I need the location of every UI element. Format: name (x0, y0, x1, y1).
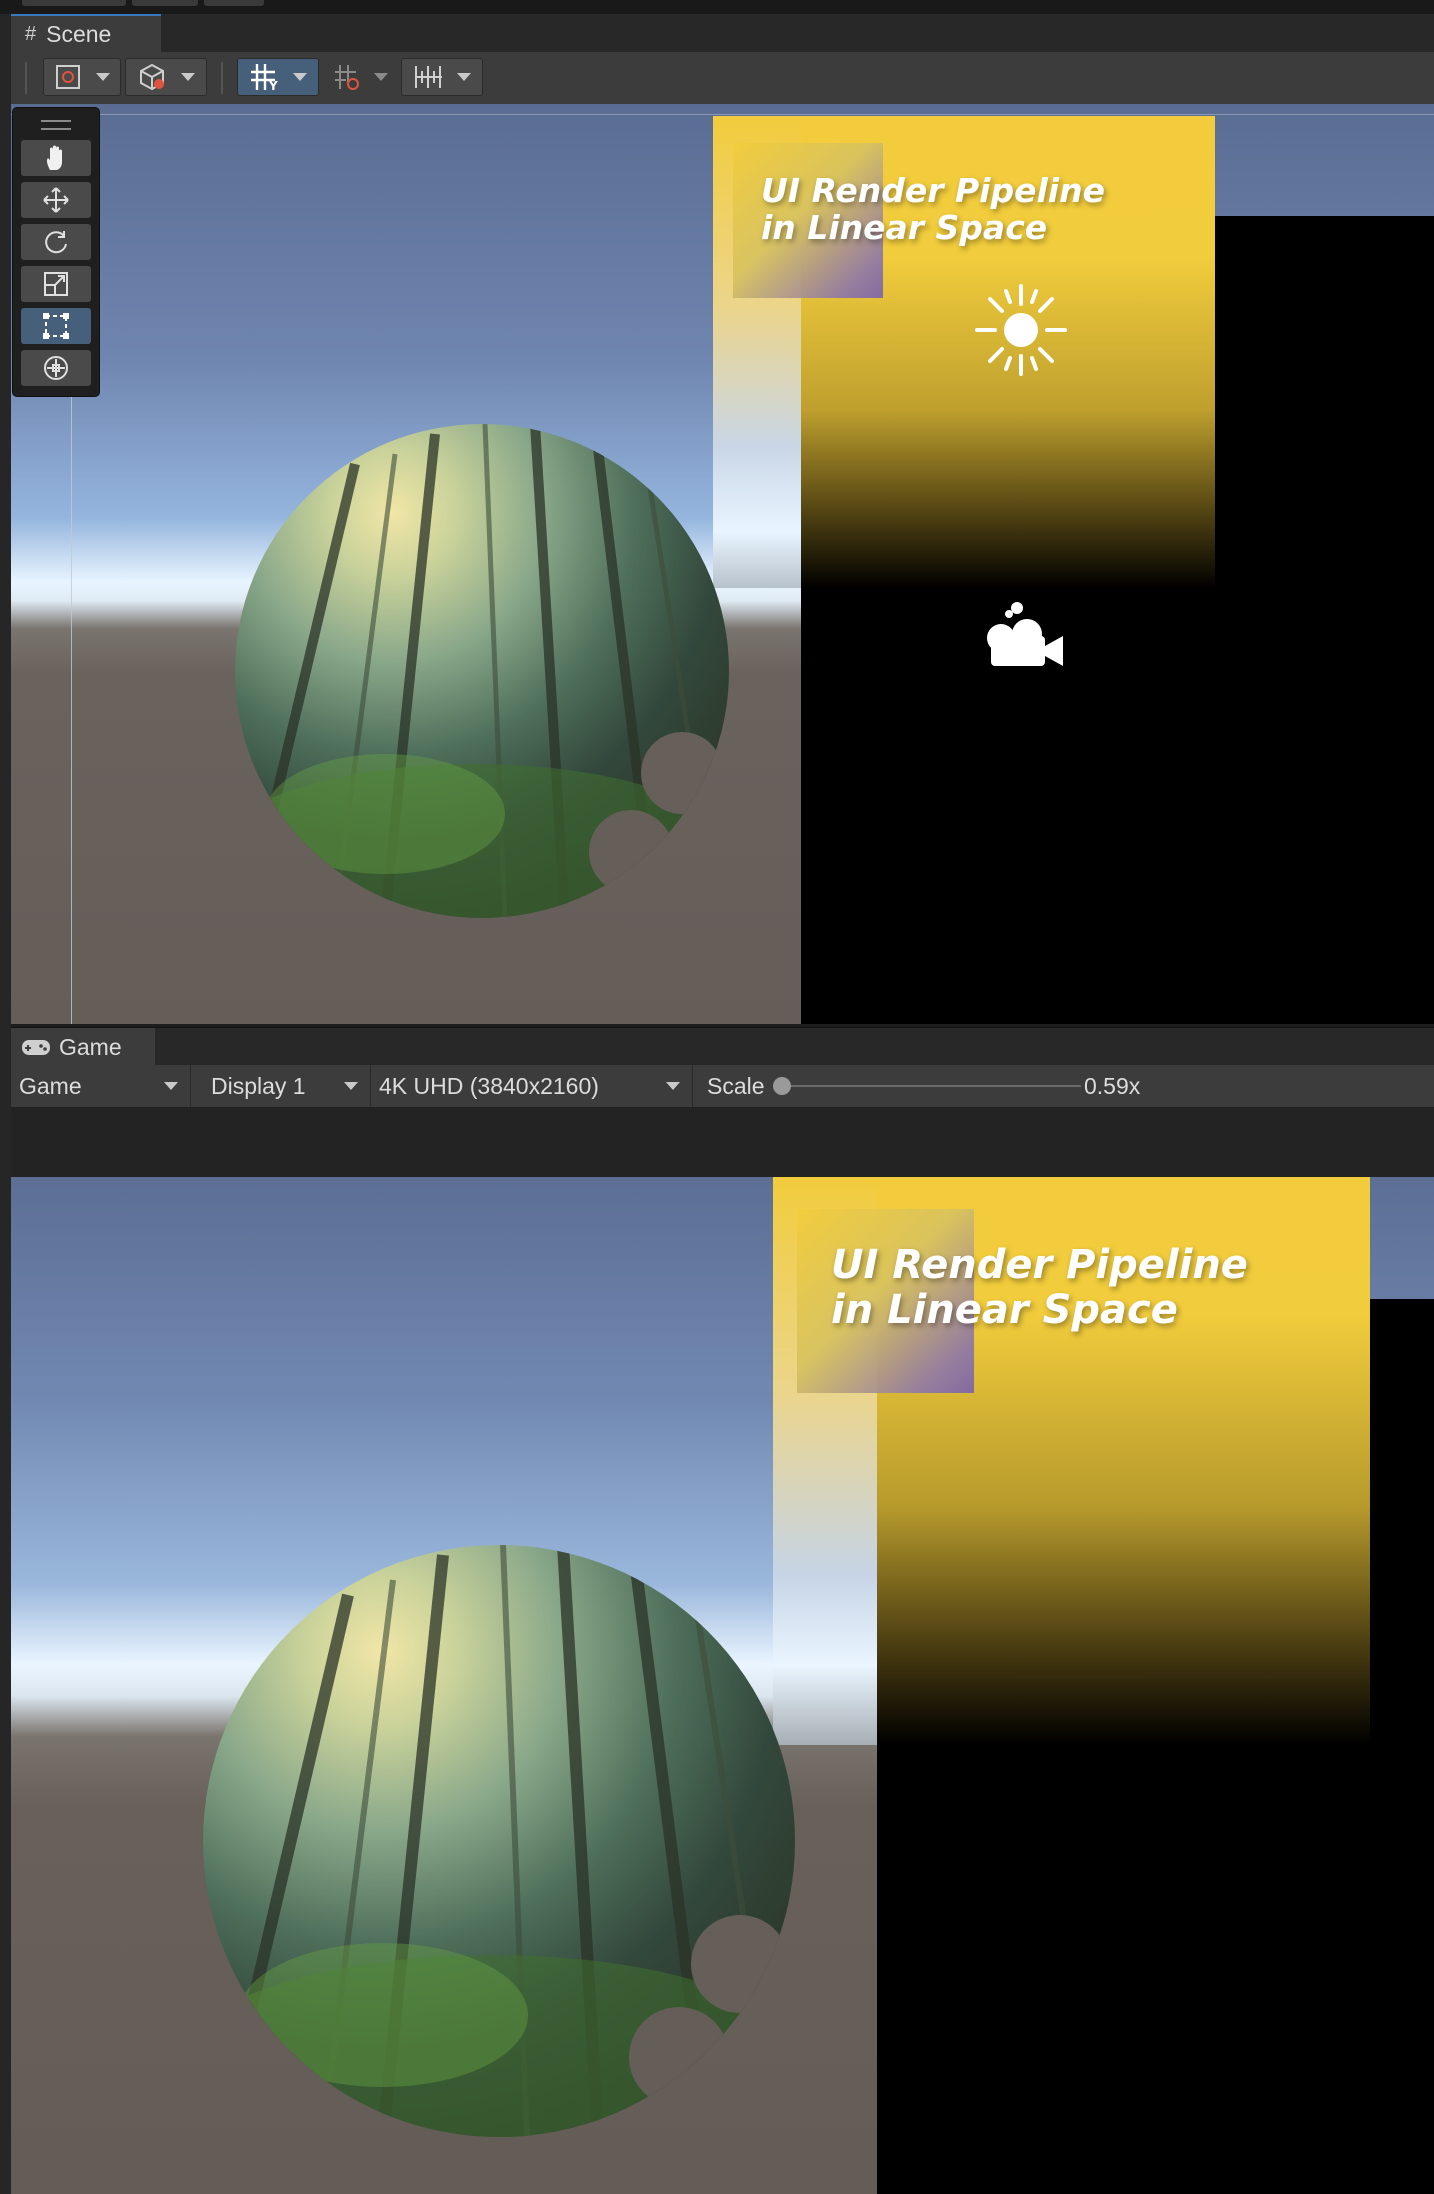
game-tab-bar: Game (11, 1027, 1434, 1066)
display-label: Display 1 (211, 1072, 306, 1099)
gamepad-icon (22, 1040, 50, 1055)
rect-tool-button[interactable] (21, 308, 91, 344)
toolbar-separator (25, 62, 27, 94)
chevron-down-icon (181, 73, 195, 81)
hand-tool-button[interactable] (21, 140, 91, 176)
scale-label: Scale (707, 1072, 765, 1099)
rect-transform-icon (43, 313, 69, 339)
canvas-title-line1: UI Render Pipeline (761, 171, 1105, 210)
directional-light-gizmo-icon[interactable] (971, 280, 1071, 380)
circle-cutout (629, 2007, 729, 2107)
top-tab-stub[interactable] (204, 0, 264, 6)
scale-value: 0.59x (1084, 1072, 1141, 1099)
top-tab-stub[interactable] (22, 0, 126, 6)
chevron-down-icon (457, 73, 471, 81)
game-viewport[interactable]: UI Render Pipeline in Linear Space (11, 1177, 1434, 2194)
tab-game[interactable]: Game (11, 1028, 155, 1066)
rotate-icon (45, 231, 67, 254)
increment-snap-dropdown[interactable] (401, 58, 483, 96)
transform-tool-button[interactable] (21, 350, 91, 386)
canvas-title-line1: UI Render Pipeline (831, 1242, 1248, 1288)
game-toolbar: Game Display 1 4K UHD (3840x2160) Scale … (11, 1065, 1434, 1108)
scale-tool-button[interactable] (21, 266, 91, 302)
scale-slider-track[interactable] (781, 1085, 1081, 1087)
tab-scene[interactable]: # Scene (11, 14, 161, 52)
game-view-letterbox (11, 1107, 1434, 1177)
drag-handle[interactable] (41, 120, 71, 130)
canvas-title: UI Render Pipeline in Linear Space (831, 1242, 1248, 1334)
chevron-down-icon (666, 1082, 680, 1090)
forest-image-circle (203, 1545, 795, 2137)
left-panel-edge (0, 0, 11, 2194)
ui-canvas-panel: UI Render Pipeline in Linear Space (773, 1177, 1370, 1745)
chevron-down-icon (293, 73, 307, 81)
forest-image-circle[interactable] (235, 424, 729, 918)
rotate-tool-button[interactable] (21, 224, 91, 260)
grid-icon: Y (251, 64, 278, 92)
canvas-title-line2: in Linear Space (761, 208, 1048, 248)
scene-tab-bar: # Scene (11, 14, 1434, 53)
hand-icon (46, 145, 62, 170)
scale-icon (44, 272, 68, 296)
chevron-down-icon (164, 1082, 178, 1090)
chevron-down-icon (344, 1082, 358, 1090)
shading-mode-dropdown[interactable] (125, 58, 207, 96)
circle-cutout (641, 732, 723, 814)
resolution-dropdown[interactable]: 4K UHD (3840x2160) (373, 1065, 693, 1107)
circle-cutout (589, 810, 673, 894)
canvas-title-line2: in Linear Space (831, 1287, 1178, 1334)
scene-grid-icon: # (25, 22, 37, 45)
ruler-icon (415, 66, 442, 88)
scene-viewport[interactable]: UI Render Pipeline in Linear Space (11, 104, 1434, 1024)
top-tab-stub[interactable] (132, 0, 198, 6)
chevron-down-icon (374, 73, 388, 81)
scale-control: Scale (695, 1065, 765, 1107)
move-icon (43, 187, 69, 213)
draw-mode-icon (56, 65, 80, 89)
snap-increment-dropdown[interactable] (323, 58, 397, 96)
ui-canvas-panel[interactable]: UI Render Pipeline in Linear Space (713, 116, 1215, 588)
scale-slider-thumb[interactable] (773, 1077, 791, 1095)
top-editor-strip (0, 0, 1434, 14)
game-mode-label: Game (19, 1072, 82, 1099)
svg-text:Y: Y (268, 79, 278, 92)
camera-gizmo-icon[interactable] (973, 594, 1073, 684)
resolution-label: 4K UHD (3840x2160) (379, 1072, 599, 1099)
canvas-guide-line (11, 114, 1434, 115)
game-mode-dropdown[interactable]: Game (11, 1065, 191, 1107)
scene-tab-label: Scene (46, 20, 112, 47)
grid-snapping-dropdown[interactable]: Y (237, 58, 319, 96)
transform-tools-panel (13, 108, 99, 396)
toolbar-separator (221, 62, 223, 94)
snap-grid-icon (335, 65, 359, 90)
circle-cutout (691, 1915, 789, 2013)
move-tool-button[interactable] (21, 182, 91, 218)
draw-mode-dropdown[interactable] (43, 58, 121, 96)
cube-icon (140, 63, 164, 91)
game-tab-label: Game (59, 1033, 122, 1060)
canvas-title: UI Render Pipeline in Linear Space (761, 172, 1105, 247)
scene-toolbar: Y (11, 52, 1434, 105)
chevron-down-icon (96, 73, 110, 81)
display-dropdown[interactable]: Display 1 (201, 1065, 371, 1107)
transform-icon (44, 356, 68, 380)
